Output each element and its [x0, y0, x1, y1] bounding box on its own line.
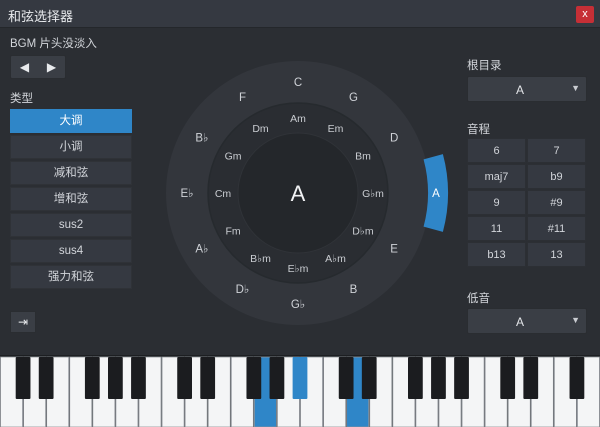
black-key[interactable]: [38, 357, 54, 399]
black-key[interactable]: [131, 357, 146, 399]
black-key[interactable]: [269, 357, 285, 399]
black-key[interactable]: [292, 357, 308, 399]
window-title: 和弦选择器: [8, 9, 74, 24]
chord-type-5[interactable]: sus4: [10, 239, 132, 263]
chord-type-4[interactable]: sus2: [10, 213, 132, 237]
inner-chord-label[interactable]: Fm: [225, 226, 240, 238]
chord-type-6[interactable]: 强力和弦: [10, 265, 132, 289]
outer-chord-label[interactable]: A♭: [195, 244, 208, 256]
interval-button[interactable]: 9: [467, 190, 526, 215]
black-key[interactable]: [177, 357, 192, 399]
center-chord-label: A: [291, 181, 306, 206]
root-value: A: [515, 83, 524, 97]
chord-type-0[interactable]: 大调: [10, 109, 132, 133]
next-button[interactable]: ▶: [38, 56, 65, 78]
left-panel: BGM 片头没淡入 ◀ ▶ 类型 大调 小调 减和弦 增和弦 sus2 sus4 强力和弦 …: [0, 28, 140, 355]
root-select[interactable]: A ▼: [467, 76, 587, 102]
chord-type-list: 大调 小调 减和弦 增和弦 sus2 sus4 强力和弦: [10, 109, 132, 291]
piano-svg: [0, 356, 600, 427]
chord-wheel-svg: C G D A E B G♭ D♭ A♭ E♭ B♭ F Am Em Bm G♭m D♭m A♭m E♭m B♭m Fm…: [166, 61, 449, 325]
prev-button[interactable]: ◀: [11, 56, 38, 78]
bass-value: A: [515, 315, 524, 329]
black-key[interactable]: [408, 357, 423, 399]
interval-button[interactable]: 11: [467, 216, 526, 241]
black-key[interactable]: [361, 357, 377, 399]
inner-chord-label[interactable]: G♭m: [362, 188, 384, 200]
type-label: 类型: [10, 93, 33, 105]
interval-grid: 6 7 maj7 b9 9 #9 11 #11 b13 13: [467, 138, 587, 268]
outer-chord-label[interactable]: D♭: [236, 284, 250, 296]
interval-button[interactable]: b13: [467, 242, 526, 267]
outer-chord-label[interactable]: B♭: [195, 133, 208, 145]
interval-label: 音程: [467, 124, 490, 136]
inner-chord-label[interactable]: Gm: [225, 151, 242, 163]
black-key[interactable]: [569, 357, 585, 399]
outer-chord-label[interactable]: B: [350, 284, 358, 296]
black-key[interactable]: [84, 357, 100, 399]
black-key[interactable]: [523, 357, 539, 399]
export-button[interactable]: ⇥: [10, 311, 36, 333]
black-key[interactable]: [454, 357, 469, 399]
close-button[interactable]: x: [576, 6, 594, 23]
piano-keyboard: [0, 355, 600, 427]
outer-chord-label[interactable]: G: [349, 92, 358, 104]
black-key[interactable]: [338, 357, 354, 399]
nav-buttons: ◀ ▶: [10, 55, 66, 79]
chevron-down-icon: ▼: [571, 83, 580, 93]
black-key[interactable]: [246, 357, 262, 399]
outer-chord-label[interactable]: F: [239, 92, 246, 104]
bgm-label: BGM 片头没淡入: [10, 38, 97, 50]
inner-chord-label[interactable]: E♭m: [288, 263, 309, 275]
inner-chord-label[interactable]: Am: [290, 113, 306, 125]
chord-type-2[interactable]: 减和弦: [10, 161, 132, 185]
black-key[interactable]: [200, 357, 216, 399]
inner-chord-label[interactable]: D♭m: [352, 226, 374, 238]
outer-chord-label[interactable]: C: [294, 77, 302, 89]
inner-chord-label[interactable]: Dm: [252, 123, 269, 135]
outer-chord-label[interactable]: A: [432, 188, 440, 200]
chord-wheel: C G D A E B G♭ D♭ A♭ E♭ B♭ F Am Em Bm G♭m D♭m A♭m E♭m B♭m Fm…: [140, 28, 460, 355]
interval-button[interactable]: maj7: [467, 164, 526, 189]
black-key[interactable]: [431, 357, 446, 399]
bass-select[interactable]: A ▼: [467, 308, 587, 334]
interval-button[interactable]: #9: [527, 190, 586, 215]
outer-chord-label[interactable]: D: [390, 133, 398, 145]
inner-chord-label[interactable]: Cm: [215, 188, 232, 200]
outer-chord-label[interactable]: E♭: [180, 188, 193, 200]
black-key[interactable]: [500, 357, 516, 399]
inner-chord-label[interactable]: Bm: [355, 151, 371, 163]
chord-type-1[interactable]: 小调: [10, 135, 132, 159]
right-panel: 根目录 A ▼ 音程 6 7 maj7 b9 9 #9 11 #11 b13 13 低音 A ▼: [458, 28, 600, 355]
interval-button[interactable]: 7: [527, 138, 586, 163]
chevron-down-icon: ▼: [571, 315, 580, 325]
chord-type-3[interactable]: 增和弦: [10, 187, 132, 211]
black-key[interactable]: [108, 357, 123, 399]
interval-button[interactable]: #11: [527, 216, 586, 241]
interval-button[interactable]: b9: [527, 164, 586, 189]
outer-chord-label[interactable]: G♭: [291, 299, 305, 311]
inner-chord-label[interactable]: A♭m: [325, 253, 346, 265]
interval-button[interactable]: 6: [467, 138, 526, 163]
outer-chord-label[interactable]: E: [390, 244, 398, 256]
black-key[interactable]: [15, 357, 31, 399]
title-bar: 和弦选择器 x: [0, 0, 600, 28]
export-icon: ⇥: [17, 315, 29, 329]
inner-chord-label[interactable]: B♭m: [250, 253, 271, 265]
bass-label: 低音: [467, 293, 490, 305]
inner-chord-label[interactable]: Em: [328, 123, 344, 135]
root-label: 根目录: [467, 60, 502, 72]
interval-button[interactable]: 13: [527, 242, 586, 267]
